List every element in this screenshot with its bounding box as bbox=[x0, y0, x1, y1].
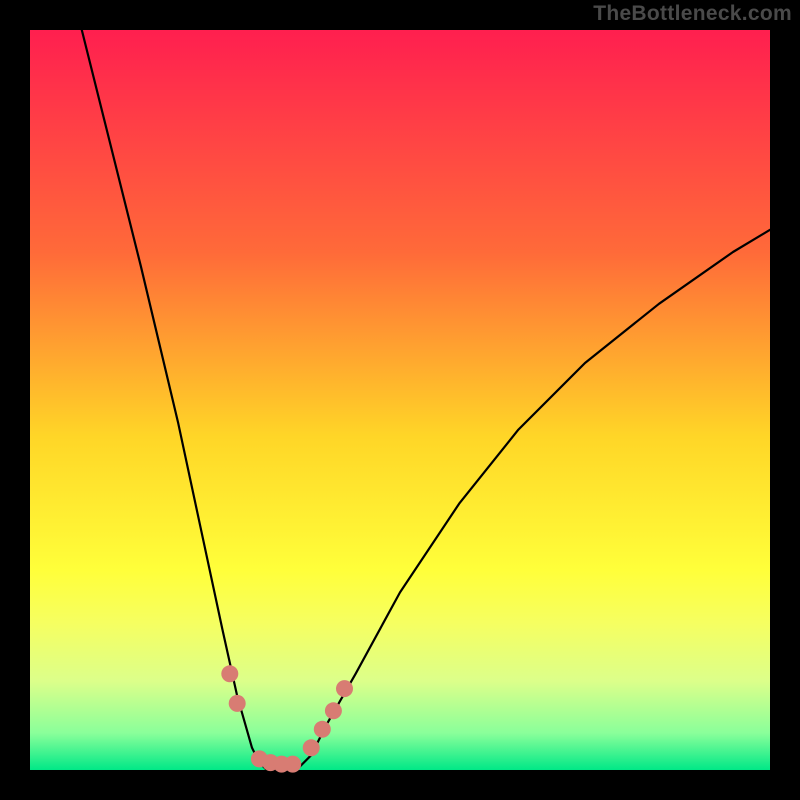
plot-background bbox=[30, 30, 770, 770]
curve-marker bbox=[221, 665, 238, 682]
watermark-text: TheBottleneck.com bbox=[593, 2, 792, 26]
bottleneck-chart bbox=[0, 0, 800, 800]
curve-marker bbox=[229, 695, 246, 712]
curve-marker bbox=[325, 702, 342, 719]
curve-marker bbox=[314, 721, 331, 738]
curve-marker bbox=[303, 739, 320, 756]
curve-marker bbox=[284, 756, 301, 773]
chart-container: TheBottleneck.com bbox=[0, 0, 800, 800]
curve-marker bbox=[336, 680, 353, 697]
